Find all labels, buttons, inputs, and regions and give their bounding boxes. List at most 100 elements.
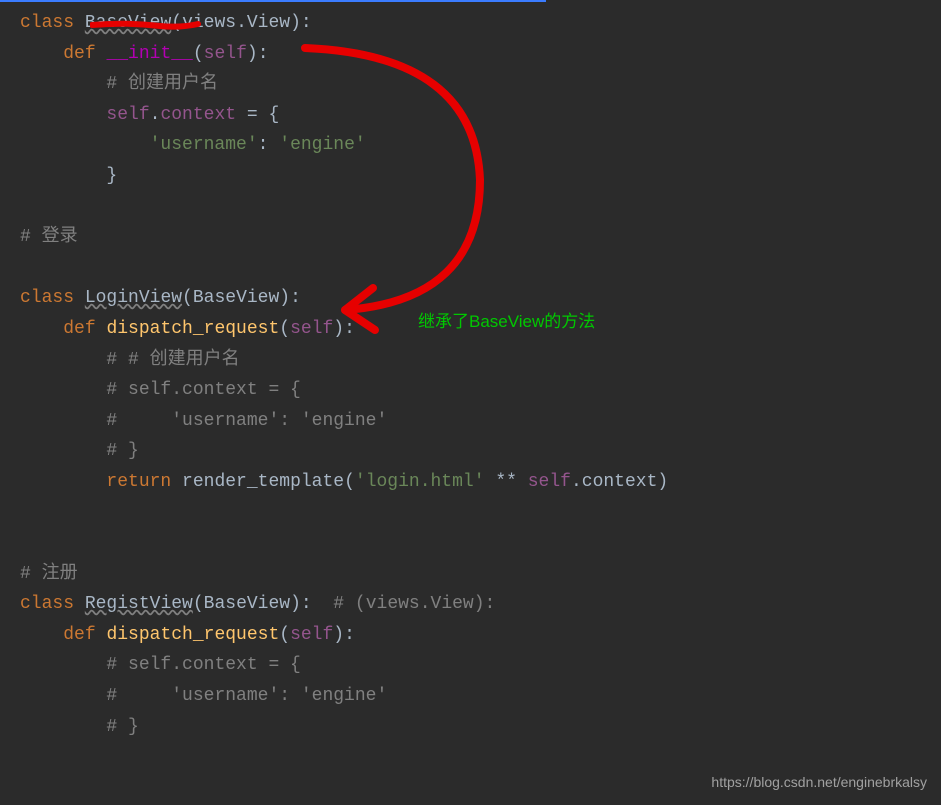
comment: # 'username': 'engine' bbox=[106, 411, 387, 431]
string: 'login.html' bbox=[355, 472, 485, 492]
op: = { bbox=[236, 105, 279, 125]
param-self: self bbox=[290, 625, 333, 645]
code-line: def dispatch_request(self): bbox=[20, 620, 941, 651]
punct: ( bbox=[193, 44, 204, 64]
punct: ( bbox=[279, 625, 290, 645]
code-line: # 'username': 'engine' bbox=[20, 681, 941, 712]
code-line: # # 创建用户名 bbox=[20, 345, 941, 376]
indent bbox=[20, 105, 106, 125]
punct: ( bbox=[171, 13, 182, 33]
class-name: BaseView bbox=[85, 13, 171, 33]
code-editor[interactable]: class BaseView(views.View): def __init__… bbox=[0, 0, 941, 742]
keyword-class: class bbox=[20, 288, 74, 308]
comment: # (views.View): bbox=[312, 594, 496, 614]
punct: ( bbox=[344, 472, 355, 492]
colon: : bbox=[258, 135, 280, 155]
blank-line bbox=[20, 253, 941, 284]
indent bbox=[20, 472, 106, 492]
indent bbox=[20, 74, 106, 94]
punct: ( bbox=[279, 319, 290, 339]
comment: # } bbox=[106, 441, 138, 461]
indent bbox=[20, 625, 63, 645]
indent bbox=[20, 411, 106, 431]
indent bbox=[20, 44, 63, 64]
comment: # 登录 bbox=[20, 227, 78, 247]
space bbox=[96, 44, 107, 64]
comment: # } bbox=[106, 717, 138, 737]
string: 'engine' bbox=[279, 135, 365, 155]
code-line: # self.context = { bbox=[20, 375, 941, 406]
comment: # self.context = { bbox=[106, 380, 300, 400]
code-line: class RegistView(BaseView): # (views.Vie… bbox=[20, 589, 941, 620]
blank-line bbox=[20, 192, 941, 223]
space bbox=[96, 319, 107, 339]
keyword-class: class bbox=[20, 594, 74, 614]
space bbox=[96, 625, 107, 645]
string: 'username' bbox=[150, 135, 258, 155]
attr: context bbox=[582, 472, 658, 492]
code-line: 'username': 'engine' bbox=[20, 130, 941, 161]
comment: # self.context = { bbox=[106, 655, 300, 675]
keyword-class: class bbox=[20, 13, 74, 33]
comment: # 注册 bbox=[20, 564, 78, 584]
keyword-def: def bbox=[63, 625, 95, 645]
class-name: RegistView bbox=[85, 594, 193, 614]
code-line: class BaseView(views.View): bbox=[20, 8, 941, 39]
self-ref: self bbox=[528, 472, 571, 492]
code-line: # } bbox=[20, 712, 941, 743]
punct: ): bbox=[290, 13, 312, 33]
brace: } bbox=[106, 166, 117, 186]
code-line: } bbox=[20, 161, 941, 192]
comment: # 'username': 'engine' bbox=[106, 686, 387, 706]
func-name: dispatch_request bbox=[106, 625, 279, 645]
code-line: def __init__(self): bbox=[20, 39, 941, 70]
indent bbox=[20, 350, 106, 370]
indent bbox=[20, 655, 106, 675]
indent bbox=[20, 319, 63, 339]
watermark: https://blog.csdn.net/enginebrkalsy bbox=[711, 771, 927, 795]
code-line: # 登录 bbox=[20, 222, 941, 253]
base-class: views.View bbox=[182, 13, 290, 33]
param-self: self bbox=[204, 44, 247, 64]
punct: ( bbox=[193, 594, 204, 614]
base-class: BaseView bbox=[204, 594, 290, 614]
punct: ): bbox=[333, 319, 355, 339]
punct: ): bbox=[247, 44, 269, 64]
space bbox=[171, 472, 182, 492]
punct: ( bbox=[182, 288, 193, 308]
op: ** bbox=[485, 472, 528, 492]
blank-line bbox=[20, 498, 941, 529]
code-line: # 创建用户名 bbox=[20, 69, 941, 100]
class-name: LoginView bbox=[85, 288, 182, 308]
code-line: # } bbox=[20, 436, 941, 467]
punct: ): bbox=[290, 594, 312, 614]
base-class: BaseView bbox=[193, 288, 279, 308]
code-line: # 'username': 'engine' bbox=[20, 406, 941, 437]
indent bbox=[20, 717, 106, 737]
magic-method: __init__ bbox=[106, 44, 192, 64]
code-line: # self.context = { bbox=[20, 650, 941, 681]
code-line: return render_template('login.html' ** s… bbox=[20, 467, 941, 498]
annotation-text: 继承了BaseView的方法 bbox=[418, 308, 595, 337]
indent bbox=[20, 380, 106, 400]
indent bbox=[20, 135, 150, 155]
dot: . bbox=[571, 472, 582, 492]
comment: # 创建用户名 bbox=[106, 74, 218, 94]
blank-line bbox=[20, 528, 941, 559]
keyword-def: def bbox=[63, 44, 95, 64]
attr: context bbox=[160, 105, 236, 125]
param-self: self bbox=[290, 319, 333, 339]
keyword-def: def bbox=[63, 319, 95, 339]
func-call: render_template bbox=[182, 472, 344, 492]
punct: ): bbox=[333, 625, 355, 645]
func-name: dispatch_request bbox=[106, 319, 279, 339]
indent bbox=[20, 166, 106, 186]
code-line: # 注册 bbox=[20, 559, 941, 590]
punct: ) bbox=[657, 472, 668, 492]
indent bbox=[20, 441, 106, 461]
keyword-return: return bbox=[106, 472, 171, 492]
code-line: self.context = { bbox=[20, 100, 941, 131]
comment: # # 创建用户名 bbox=[106, 350, 239, 370]
self-ref: self bbox=[106, 105, 149, 125]
dot: . bbox=[150, 105, 161, 125]
